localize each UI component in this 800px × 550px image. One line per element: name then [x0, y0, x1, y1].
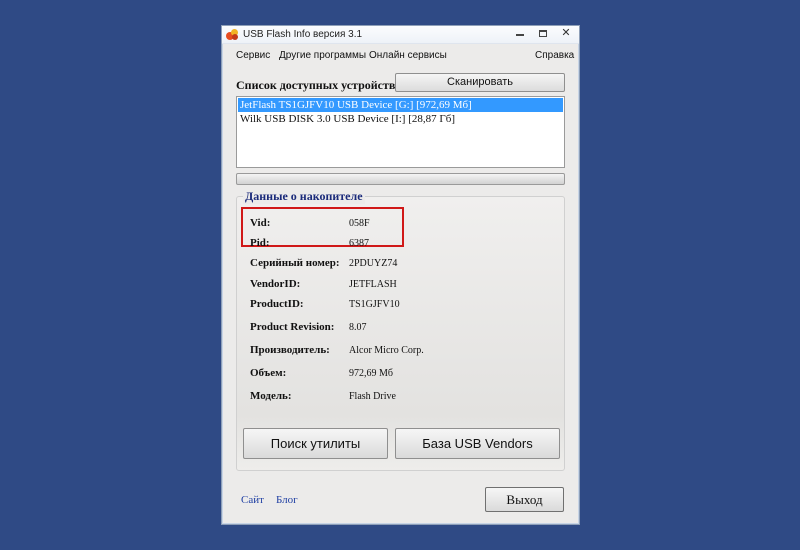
minimize-button[interactable] [509, 27, 531, 41]
field-label-capacity: Объем: [250, 367, 287, 379]
field-value-serial: 2PDUYZ74 [349, 258, 398, 269]
field-value-capacity: 972,69 Мб [349, 368, 393, 379]
search-utility-button[interactable]: Поиск утилиты [243, 428, 388, 459]
field-value-product-id: TS1GJFV10 [349, 299, 400, 310]
field-value-model: Flash Drive [349, 391, 396, 402]
window-title: USB Flash Info версия 3.1 [243, 29, 363, 40]
menu-online-services[interactable]: Онлайн сервисы [369, 50, 447, 61]
field-value-pid: 6387 [349, 238, 369, 249]
maximize-button[interactable] [532, 27, 554, 41]
menu-help[interactable]: Справка [535, 50, 574, 61]
field-label-manufacturer: Производитель: [250, 344, 330, 356]
field-value-vendor-id: JETFLASH [349, 279, 397, 290]
field-label-product-id: ProductID: [250, 298, 304, 310]
field-label-pid: Pid: [250, 237, 270, 249]
maximize-icon [539, 30, 547, 37]
device-list-item[interactable]: JetFlash TS1GJFV10 USB Device [G:] [972,… [238, 98, 563, 112]
usb-vendors-button[interactable]: База USB Vendors [395, 428, 560, 459]
site-link[interactable]: Сайт [241, 494, 264, 506]
close-icon: ✕ [561, 27, 571, 39]
field-label-vendor-id: VendorID: [250, 278, 301, 290]
scan-progress-bar [236, 173, 565, 185]
blog-link[interactable]: Блог [276, 494, 298, 506]
menu-service[interactable]: Сервис [236, 50, 270, 61]
app-window: USB Flash Info версия 3.1 ✕ Сервис Други… [221, 25, 580, 525]
field-label-vid: Vid: [250, 217, 271, 229]
field-label-serial: Серийный номер: [250, 257, 340, 269]
menu-bar: Сервис Другие программы Онлайн сервисы С… [222, 47, 579, 65]
scan-button[interactable]: Сканировать [395, 73, 565, 92]
title-bar[interactable]: USB Flash Info версия 3.1 ✕ [222, 26, 579, 44]
app-logo-icon [226, 29, 239, 41]
field-value-product-revision: 8.07 [349, 322, 367, 333]
exit-button[interactable]: Выход [485, 487, 564, 512]
menu-other-programs[interactable]: Другие программы [279, 50, 366, 61]
drive-info-title: Данные о накопителе [243, 189, 365, 204]
device-list[interactable]: JetFlash TS1GJFV10 USB Device [G:] [972,… [236, 96, 565, 168]
drive-info-group: Данные о накопителе Vid: 058F Pid: 6387 … [236, 189, 565, 471]
field-value-manufacturer: Alcor Micro Corp. [349, 345, 424, 356]
close-button[interactable]: ✕ [555, 27, 577, 41]
field-label-model: Модель: [250, 390, 292, 402]
field-label-product-revision: Product Revision: [250, 321, 335, 333]
device-list-item[interactable]: Wilk USB DISK 3.0 USB Device [I:] [28,87… [238, 112, 563, 126]
device-list-label: Список доступных устройств [236, 78, 396, 92]
minimize-icon [516, 34, 524, 36]
field-value-vid: 058F [349, 218, 370, 229]
